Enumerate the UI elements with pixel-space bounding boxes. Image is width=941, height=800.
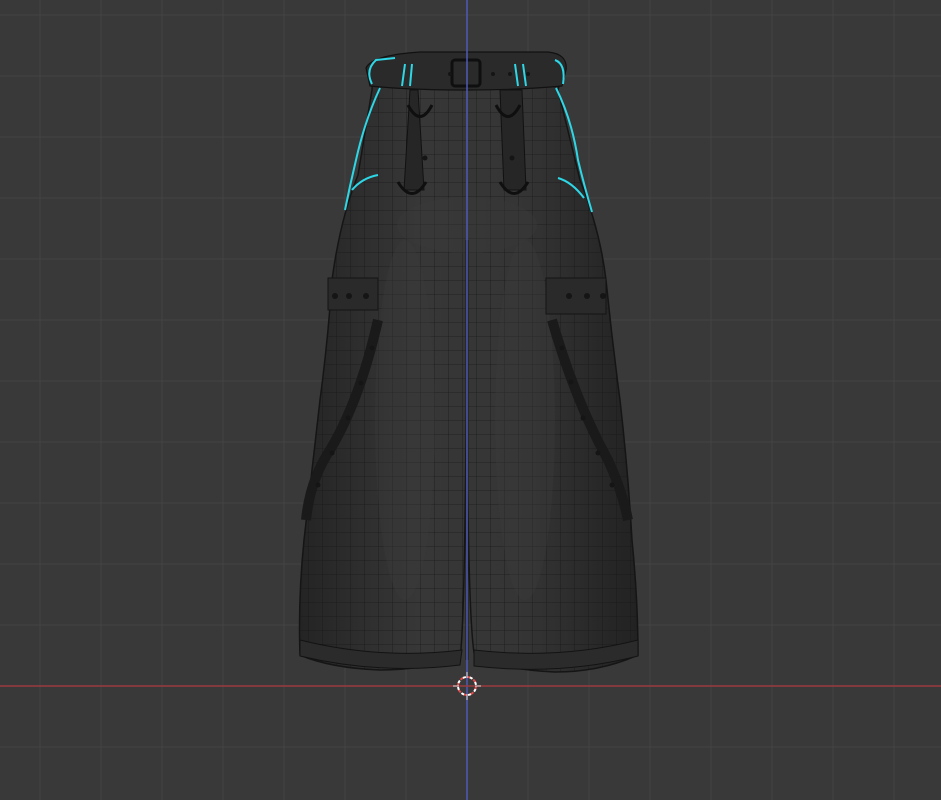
viewport-overlays [0,0,941,800]
3d-viewport[interactable] [0,0,941,800]
